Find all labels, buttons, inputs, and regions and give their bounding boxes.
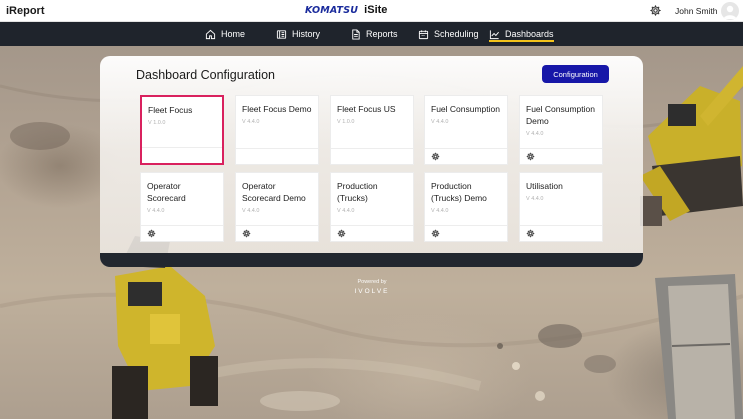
- dashboard-card-operator-scorecard-demo[interactable]: Operator Scorecard Demo V 4.4.0: [235, 172, 319, 242]
- card-version: V 4.4.0: [147, 208, 165, 214]
- card-version: V 1.0.0: [148, 120, 166, 126]
- nav-home-label: Home: [221, 29, 246, 39]
- nav-scheduling-label: Scheduling: [434, 29, 479, 39]
- user-avatar-icon[interactable]: [721, 2, 739, 20]
- card-footer: [142, 147, 222, 163]
- card-footer: [520, 148, 602, 164]
- dashboard-card-fleet-focus-us[interactable]: Fleet Focus US V 1.0.0: [330, 95, 414, 165]
- dashboard-card-production-trucks-demo[interactable]: Production (Trucks) Demo V 4.4.0: [424, 172, 508, 242]
- gear-icon[interactable]: [147, 229, 156, 238]
- card-title: Fuel Consumption Demo: [526, 104, 595, 126]
- card-footer: [425, 148, 507, 164]
- nav-reports[interactable]: Reports: [350, 22, 398, 46]
- card-footer: [331, 225, 413, 241]
- card-title: Utilisation: [526, 181, 563, 191]
- card-title: Production (Trucks): [337, 181, 378, 203]
- gear-icon[interactable]: [431, 152, 440, 161]
- history-icon: [276, 29, 287, 39]
- card-title: Production (Trucks) Demo: [431, 181, 487, 203]
- card-footer: [331, 148, 413, 164]
- card-title: Fleet Focus US: [337, 104, 396, 114]
- gear-icon[interactable]: [526, 152, 535, 161]
- card-version: V 4.4.0: [431, 119, 449, 125]
- dashboard-card-operator-scorecard[interactable]: Operator Scorecard V 4.4.0: [140, 172, 224, 242]
- card-footer: [425, 225, 507, 241]
- card-title: Operator Scorecard Demo: [242, 181, 306, 203]
- configuration-button[interactable]: Configuration: [542, 65, 609, 83]
- gear-icon[interactable]: [649, 4, 662, 17]
- dashboard-card-production-trucks[interactable]: Production (Trucks) V 4.4.0: [330, 172, 414, 242]
- card-footer: [236, 148, 318, 164]
- komatsu-logo: KOMATSU: [305, 4, 359, 16]
- card-footer: [520, 225, 602, 241]
- nav-history-label: History: [292, 29, 321, 39]
- main-nav: Home History Reports Scheduling Dashboar…: [0, 22, 743, 46]
- card-version: V 4.4.0: [431, 208, 449, 214]
- dashboard-card-utilisation[interactable]: Utilisation V 4.4.0: [519, 172, 603, 242]
- brand: KOMATSU iSite: [305, 4, 387, 16]
- reports-icon: [352, 28, 360, 40]
- nav-home[interactable]: Home: [205, 22, 245, 46]
- card-title: Fleet Focus Demo: [242, 104, 312, 114]
- gear-icon[interactable]: [337, 229, 346, 238]
- dashboard-card-fuel-consumption[interactable]: Fuel Consumption V 4.4.0: [424, 95, 508, 165]
- card-title: Fuel Consumption: [431, 104, 500, 114]
- app-title: iReport: [6, 5, 45, 17]
- dashboard-card-fleet-focus[interactable]: Fleet Focus V 1.0.0: [140, 95, 224, 165]
- gear-icon[interactable]: [242, 229, 251, 238]
- card-version: V 4.4.0: [242, 119, 260, 125]
- dashboard-card-fleet-focus-demo[interactable]: Fleet Focus Demo V 4.4.0: [235, 95, 319, 165]
- dashboard-card-fuel-consumption-demo[interactable]: Fuel Consumption Demo V 4.4.0: [519, 95, 603, 165]
- user-name[interactable]: John Smith: [675, 6, 718, 16]
- calendar-icon: [418, 29, 429, 39]
- page-title: Dashboard Configuration: [136, 68, 275, 82]
- card-footer: [236, 225, 318, 241]
- nav-history[interactable]: History: [276, 22, 320, 46]
- nav-scheduling[interactable]: Scheduling: [418, 22, 479, 46]
- card-title: Fleet Focus: [148, 105, 193, 115]
- product-name: iSite: [364, 4, 388, 16]
- card-footer: [141, 225, 223, 241]
- powered-by: Powered by IVOLVE: [340, 279, 404, 295]
- home-icon: [205, 29, 216, 39]
- card-version: V 4.4.0: [526, 196, 544, 202]
- gear-icon[interactable]: [526, 229, 535, 238]
- top-bar: iReport KOMATSU iSite John Smith: [0, 0, 743, 22]
- card-version: V 4.4.0: [242, 208, 260, 214]
- gear-icon[interactable]: [431, 229, 440, 238]
- dashboard-configuration-panel: Dashboard Configuration Configuration Fl…: [100, 56, 643, 267]
- nav-dashboards-label: Dashboards: [505, 29, 554, 39]
- card-title: Operator Scorecard: [147, 181, 186, 203]
- nav-reports-label: Reports: [366, 29, 398, 39]
- powered-by-label: Powered by: [357, 279, 387, 285]
- ivolve-logo: IVOLVE: [354, 288, 390, 295]
- card-version: V 4.4.0: [526, 131, 544, 137]
- card-version: V 1.0.0: [337, 119, 355, 125]
- panel-footer-bar: [100, 253, 643, 267]
- nav-dashboards[interactable]: Dashboards: [489, 22, 554, 46]
- card-version: V 4.4.0: [337, 208, 355, 214]
- chart-line-icon: [489, 29, 499, 39]
